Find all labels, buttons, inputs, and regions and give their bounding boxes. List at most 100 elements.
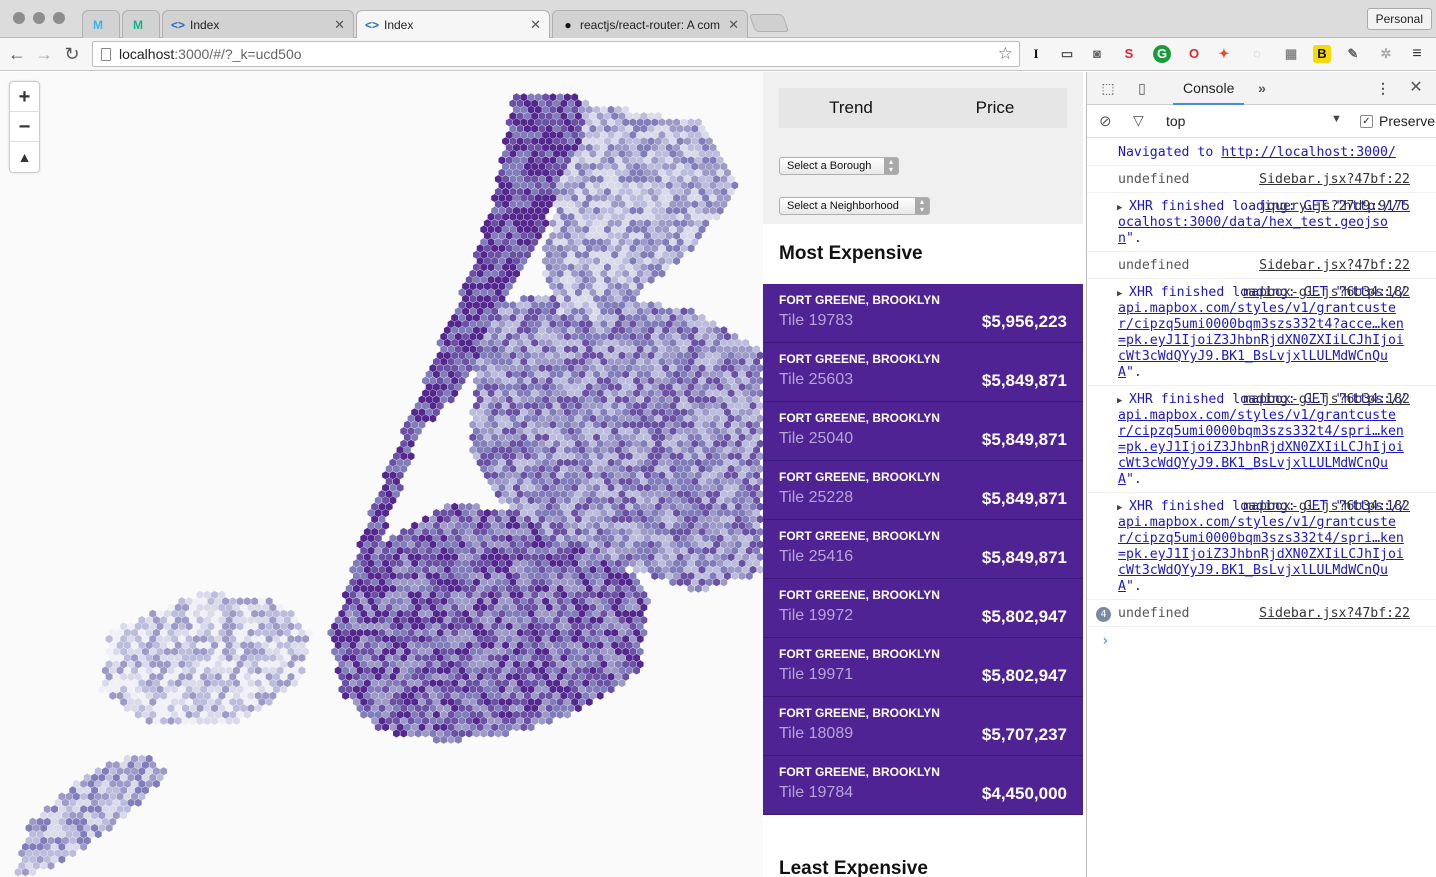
hex-tile[interactable] — [476, 357, 484, 366]
hex-tile[interactable] — [363, 616, 371, 625]
hex-tile[interactable] — [571, 534, 579, 543]
hex-tile[interactable] — [538, 162, 546, 171]
hex-tile[interactable] — [604, 679, 611, 688]
hex-tile[interactable] — [462, 647, 469, 656]
hex-tile[interactable] — [622, 559, 630, 568]
hex-tile[interactable] — [65, 805, 73, 814]
hex-tile[interactable] — [462, 672, 469, 681]
hex-tile[interactable] — [629, 269, 637, 278]
hex-tile[interactable] — [371, 716, 379, 725]
hex-tile[interactable] — [687, 471, 695, 480]
hex-tile[interactable] — [618, 137, 626, 146]
hex-tile[interactable] — [200, 647, 208, 656]
hex-tile[interactable] — [469, 446, 477, 454]
hex-tile[interactable] — [152, 628, 160, 637]
hex-tile[interactable] — [363, 653, 371, 662]
hex-tile[interactable] — [349, 603, 357, 612]
hex-tile[interactable] — [178, 672, 186, 681]
hex-tile[interactable] — [189, 691, 197, 700]
hex-tile[interactable] — [549, 395, 557, 404]
hex-tile[interactable] — [334, 666, 342, 675]
hex-tile[interactable] — [487, 527, 495, 536]
hex-tile[interactable] — [120, 761, 128, 769]
hex-tile[interactable] — [451, 616, 459, 625]
hex-tile[interactable] — [596, 452, 604, 461]
hex-tile[interactable] — [636, 559, 644, 568]
hex-tile[interactable] — [505, 572, 513, 580]
hex-tile[interactable] — [203, 679, 211, 688]
hex-tile[interactable] — [363, 679, 371, 688]
hex-tile[interactable] — [462, 509, 469, 517]
hex-tile[interactable] — [174, 691, 182, 700]
hex-tile[interactable] — [473, 364, 480, 373]
hex-tile[interactable] — [524, 679, 531, 688]
hex-tile[interactable] — [527, 420, 535, 429]
hex-tile[interactable] — [629, 345, 637, 354]
hex-tile[interactable] — [556, 408, 564, 417]
hex-tile[interactable] — [614, 622, 622, 631]
hex-tile[interactable] — [422, 578, 429, 587]
hex-tile[interactable] — [458, 326, 466, 335]
hex-tile[interactable] — [520, 584, 528, 593]
hex-tile[interactable] — [491, 282, 499, 291]
hex-tile[interactable] — [505, 672, 513, 681]
hex-tile[interactable] — [662, 439, 670, 448]
hex-tile[interactable] — [454, 521, 462, 530]
hex-tile[interactable] — [385, 540, 393, 549]
hex-tile[interactable] — [549, 509, 557, 517]
hex-tile[interactable] — [498, 181, 506, 190]
hex-tile[interactable] — [378, 704, 386, 713]
hex-tile[interactable] — [513, 647, 520, 656]
hex-tile[interactable] — [556, 509, 564, 517]
hex-tile[interactable] — [549, 483, 557, 492]
hex-tile[interactable] — [374, 660, 382, 669]
hex-tile[interactable] — [509, 187, 517, 196]
hex-tile[interactable] — [396, 483, 404, 492]
hex-tile[interactable] — [669, 515, 677, 524]
hex-tile[interactable] — [480, 376, 488, 385]
hex-tile[interactable] — [462, 609, 469, 618]
hex-tile[interactable] — [483, 597, 491, 606]
hex-tile[interactable] — [633, 464, 640, 473]
hex-tile[interactable] — [396, 647, 404, 656]
hex-tile[interactable] — [494, 679, 502, 688]
hex-tile[interactable] — [636, 244, 644, 253]
hex-tile[interactable] — [233, 716, 240, 725]
hex-tile[interactable] — [596, 691, 604, 700]
hex-tile[interactable] — [596, 490, 604, 499]
hex-tile[interactable] — [593, 635, 600, 643]
hex-tile[interactable] — [625, 351, 633, 360]
hex-tile[interactable] — [669, 200, 677, 209]
hex-tile[interactable] — [724, 546, 731, 555]
hex-tile[interactable] — [625, 338, 633, 347]
hex-tile[interactable] — [614, 156, 622, 165]
hex-tile[interactable] — [498, 257, 506, 265]
hex-tile[interactable] — [556, 282, 564, 291]
hex-tile[interactable] — [622, 408, 630, 417]
hex-tile[interactable] — [629, 609, 637, 618]
hex-tile[interactable] — [636, 446, 644, 454]
hex-tile[interactable] — [702, 509, 710, 517]
hex-tile[interactable] — [564, 93, 571, 102]
hex-tile[interactable] — [498, 710, 506, 719]
hex-tile[interactable] — [607, 168, 615, 177]
hex-tile[interactable] — [458, 704, 466, 713]
hex-tile[interactable] — [287, 647, 295, 656]
hex-tile[interactable] — [516, 439, 524, 448]
hex-tile[interactable] — [433, 572, 440, 580]
hex-tile[interactable] — [585, 408, 593, 417]
hex-tile[interactable] — [658, 307, 666, 316]
hex-tile[interactable] — [265, 622, 273, 631]
hex-tile[interactable] — [720, 376, 728, 385]
hex-tile[interactable] — [713, 527, 720, 536]
hex-tile[interactable] — [582, 351, 590, 360]
hex-tile[interactable] — [553, 401, 560, 410]
hex-tile[interactable] — [458, 716, 466, 725]
hex-tile[interactable] — [618, 275, 626, 284]
hex-tile[interactable] — [389, 458, 397, 467]
hex-tile[interactable] — [593, 332, 600, 341]
hex-tile[interactable] — [240, 641, 248, 650]
hex-tile[interactable] — [531, 527, 539, 536]
hex-tile[interactable] — [549, 408, 557, 417]
hex-tile[interactable] — [651, 332, 659, 341]
